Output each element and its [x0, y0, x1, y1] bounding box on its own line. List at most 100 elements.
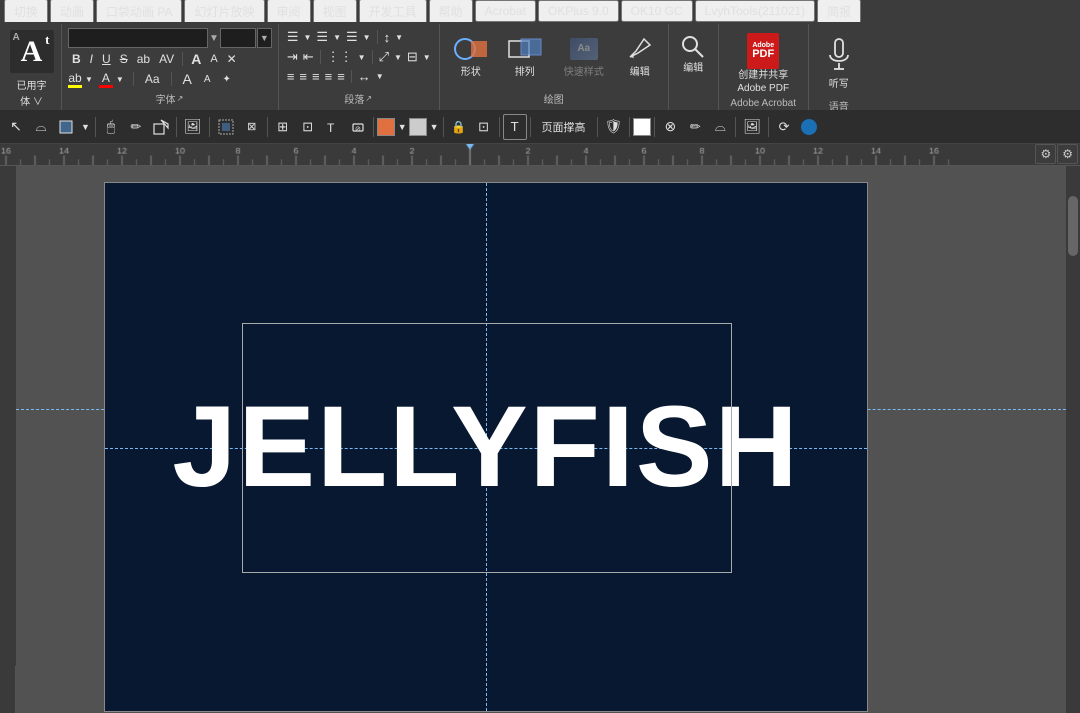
menu-jianbo[interactable]: 简报: [817, 0, 861, 24]
shadow-btn[interactable]: ab: [133, 50, 154, 68]
font-az-btn[interactable]: ✦: [219, 70, 235, 88]
jellyfish-text[interactable]: JELLYFISH: [172, 381, 799, 513]
search-btn[interactable]: 编辑: [673, 26, 713, 81]
fill-color-box[interactable]: [377, 118, 395, 136]
menu-slideshow[interactable]: 幻灯片放映: [184, 0, 264, 24]
allcaps-btn[interactable]: AV: [155, 50, 178, 68]
line-spacing-btn[interactable]: ↕: [382, 29, 393, 46]
protect-btn[interactable]: 🛡: [601, 114, 627, 140]
font-size-down-btn[interactable]: A: [206, 50, 221, 68]
menu-help[interactable]: 帮助: [429, 0, 473, 24]
number-list-dropdown[interactable]: ▼: [331, 32, 343, 43]
edit-btn[interactable]: 编辑: [618, 28, 662, 83]
indent-right-btn[interactable]: ⇥: [285, 48, 300, 66]
ink-btn[interactable]: T: [321, 114, 345, 140]
select-dropdown-btn[interactable]: ▼: [79, 114, 92, 140]
underline-btn[interactable]: U: [98, 50, 115, 68]
settings-btn2[interactable]: ⚙: [1057, 144, 1078, 164]
bold-btn[interactable]: B: [68, 50, 85, 68]
settings-btn1[interactable]: ⚙: [1035, 144, 1056, 164]
menu-pocket-animation[interactable]: 口袋动画 PA: [96, 0, 182, 24]
select-all-btn[interactable]: [213, 114, 239, 140]
justify-btn[interactable]: ≡: [323, 68, 335, 85]
text-dir-dropdown[interactable]: ▼: [392, 52, 404, 63]
shape-btn[interactable]: 形状: [446, 28, 496, 83]
circle-filled-btn[interactable]: [797, 114, 821, 140]
menu-qianghuan[interactable]: 切换: [4, 0, 48, 24]
shapes-insert-btn[interactable]: [149, 114, 173, 140]
stroke-color-dropdown[interactable]: ▼: [429, 114, 440, 140]
photo-btn[interactable]: 🖼: [739, 114, 765, 140]
highlight-dropdown[interactable]: ▼: [83, 74, 95, 85]
strikethrough-btn[interactable]: S: [116, 50, 132, 68]
italic-btn[interactable]: I: [86, 50, 97, 68]
select-lasso-btn[interactable]: ⌓: [29, 114, 53, 140]
connect-btn[interactable]: ⟳: [772, 114, 796, 140]
distribute-btn[interactable]: ≡: [335, 68, 347, 85]
menu-devtools[interactable]: 开发工具: [359, 0, 427, 24]
listen-btn[interactable]: 听写: [819, 28, 859, 98]
font-size-input[interactable]: 199: [220, 28, 256, 48]
align-center-btn[interactable]: ≡: [297, 68, 309, 85]
font-large-a-btn[interactable]: A: [179, 70, 196, 88]
menu-review[interactable]: 审阅: [267, 0, 311, 24]
font-clear-btn[interactable]: ✕: [223, 50, 241, 68]
text-dir-btn[interactable]: ⤢: [377, 48, 391, 66]
deselect-btn[interactable]: ⊠: [240, 114, 264, 140]
align-vert2-dropdown[interactable]: ▼: [374, 71, 386, 82]
number-list-btn[interactable]: ☰: [314, 28, 330, 46]
line-spacing-dropdown[interactable]: ▼: [393, 32, 405, 43]
fill-color-dropdown[interactable]: ▼: [397, 114, 408, 140]
menu-ok10gc[interactable]: OK10 GC: [621, 0, 693, 22]
align-vert-btn[interactable]: ⊟: [405, 48, 420, 66]
multilevel-list-btn[interactable]: ☰: [344, 28, 360, 46]
highlight-btn[interactable]: ab: [68, 71, 82, 88]
vertical-scrollbar[interactable]: [1066, 166, 1080, 713]
font-case-btn[interactable]: Aa: [141, 70, 164, 88]
para-expand[interactable]: ↗: [364, 94, 373, 103]
resize-handle-btn[interactable]: ⊡: [472, 114, 496, 140]
font-size-up-btn[interactable]: A: [187, 50, 205, 68]
transform-btn[interactable]: ⊞: [271, 114, 295, 140]
menu-lvyhtools[interactable]: LvyhTools(211021): [695, 0, 816, 22]
page-fit-btn[interactable]: 页面撑高: [534, 114, 594, 140]
adobe-create-btn[interactable]: Adobe PDF 创建并共享 Adobe PDF: [731, 28, 795, 98]
lock-btn[interactable]: 🔒: [447, 114, 471, 140]
pencil2-btn[interactable]: ✏: [683, 114, 707, 140]
col-layout-btn[interactable]: ⋮⋮: [325, 48, 355, 66]
select-arrow-btn[interactable]: ↖: [4, 114, 28, 140]
font-size-dropdown-btn[interactable]: ▼: [257, 28, 272, 48]
bullet-list-dropdown[interactable]: ▼: [301, 32, 313, 43]
canvas-wrapper[interactable]: JELLYFISH: [16, 166, 1066, 713]
bullet-list-btn[interactable]: ☰: [285, 28, 301, 46]
scrollbar-thumb[interactable]: [1068, 196, 1078, 256]
multilevel-dropdown[interactable]: ▼: [361, 32, 373, 43]
menu-okplus[interactable]: OKPlus 9.0: [538, 0, 619, 22]
stroke-color-box[interactable]: [409, 118, 427, 136]
menu-animation[interactable]: 动画: [50, 0, 94, 24]
select-rect-btn[interactable]: [54, 114, 78, 140]
font-small-a-btn[interactable]: A: [200, 70, 215, 88]
align-vert2-btn[interactable]: ↔: [356, 68, 373, 85]
indent-left-btn[interactable]: ⇤: [301, 48, 316, 66]
font-name-input[interactable]: [68, 28, 208, 48]
slide-canvas[interactable]: JELLYFISH: [104, 182, 868, 712]
align-left-btn[interactable]: ≡: [285, 68, 297, 85]
white-box[interactable]: [633, 118, 651, 136]
align-right-btn[interactable]: ≡: [310, 68, 322, 85]
menu-view[interactable]: 视图: [313, 0, 357, 24]
align-vert-dropdown[interactable]: ▼: [421, 52, 433, 63]
cancel-btn[interactable]: ⊗: [658, 114, 682, 140]
font-color-btn[interactable]: A: [99, 71, 113, 88]
cursor-tool-btn[interactable]: 🖱: [99, 114, 123, 140]
quickstyle-btn[interactable]: Aa 快速样式: [554, 28, 614, 83]
font-props-expand[interactable]: ↗: [176, 94, 185, 103]
text-box-btn[interactable]: T: [503, 114, 527, 140]
pencil-btn[interactable]: ✏: [124, 114, 148, 140]
eraser-btn[interactable]: ⊘: [346, 114, 370, 140]
col-layout-dropdown[interactable]: ▼: [356, 52, 368, 63]
lasso2-btn[interactable]: ⌓: [708, 114, 732, 140]
crop-btn[interactable]: ⊡: [296, 114, 320, 140]
arrange-btn[interactable]: 排列: [500, 28, 550, 83]
menu-acrobat[interactable]: Acrobat: [475, 0, 536, 22]
